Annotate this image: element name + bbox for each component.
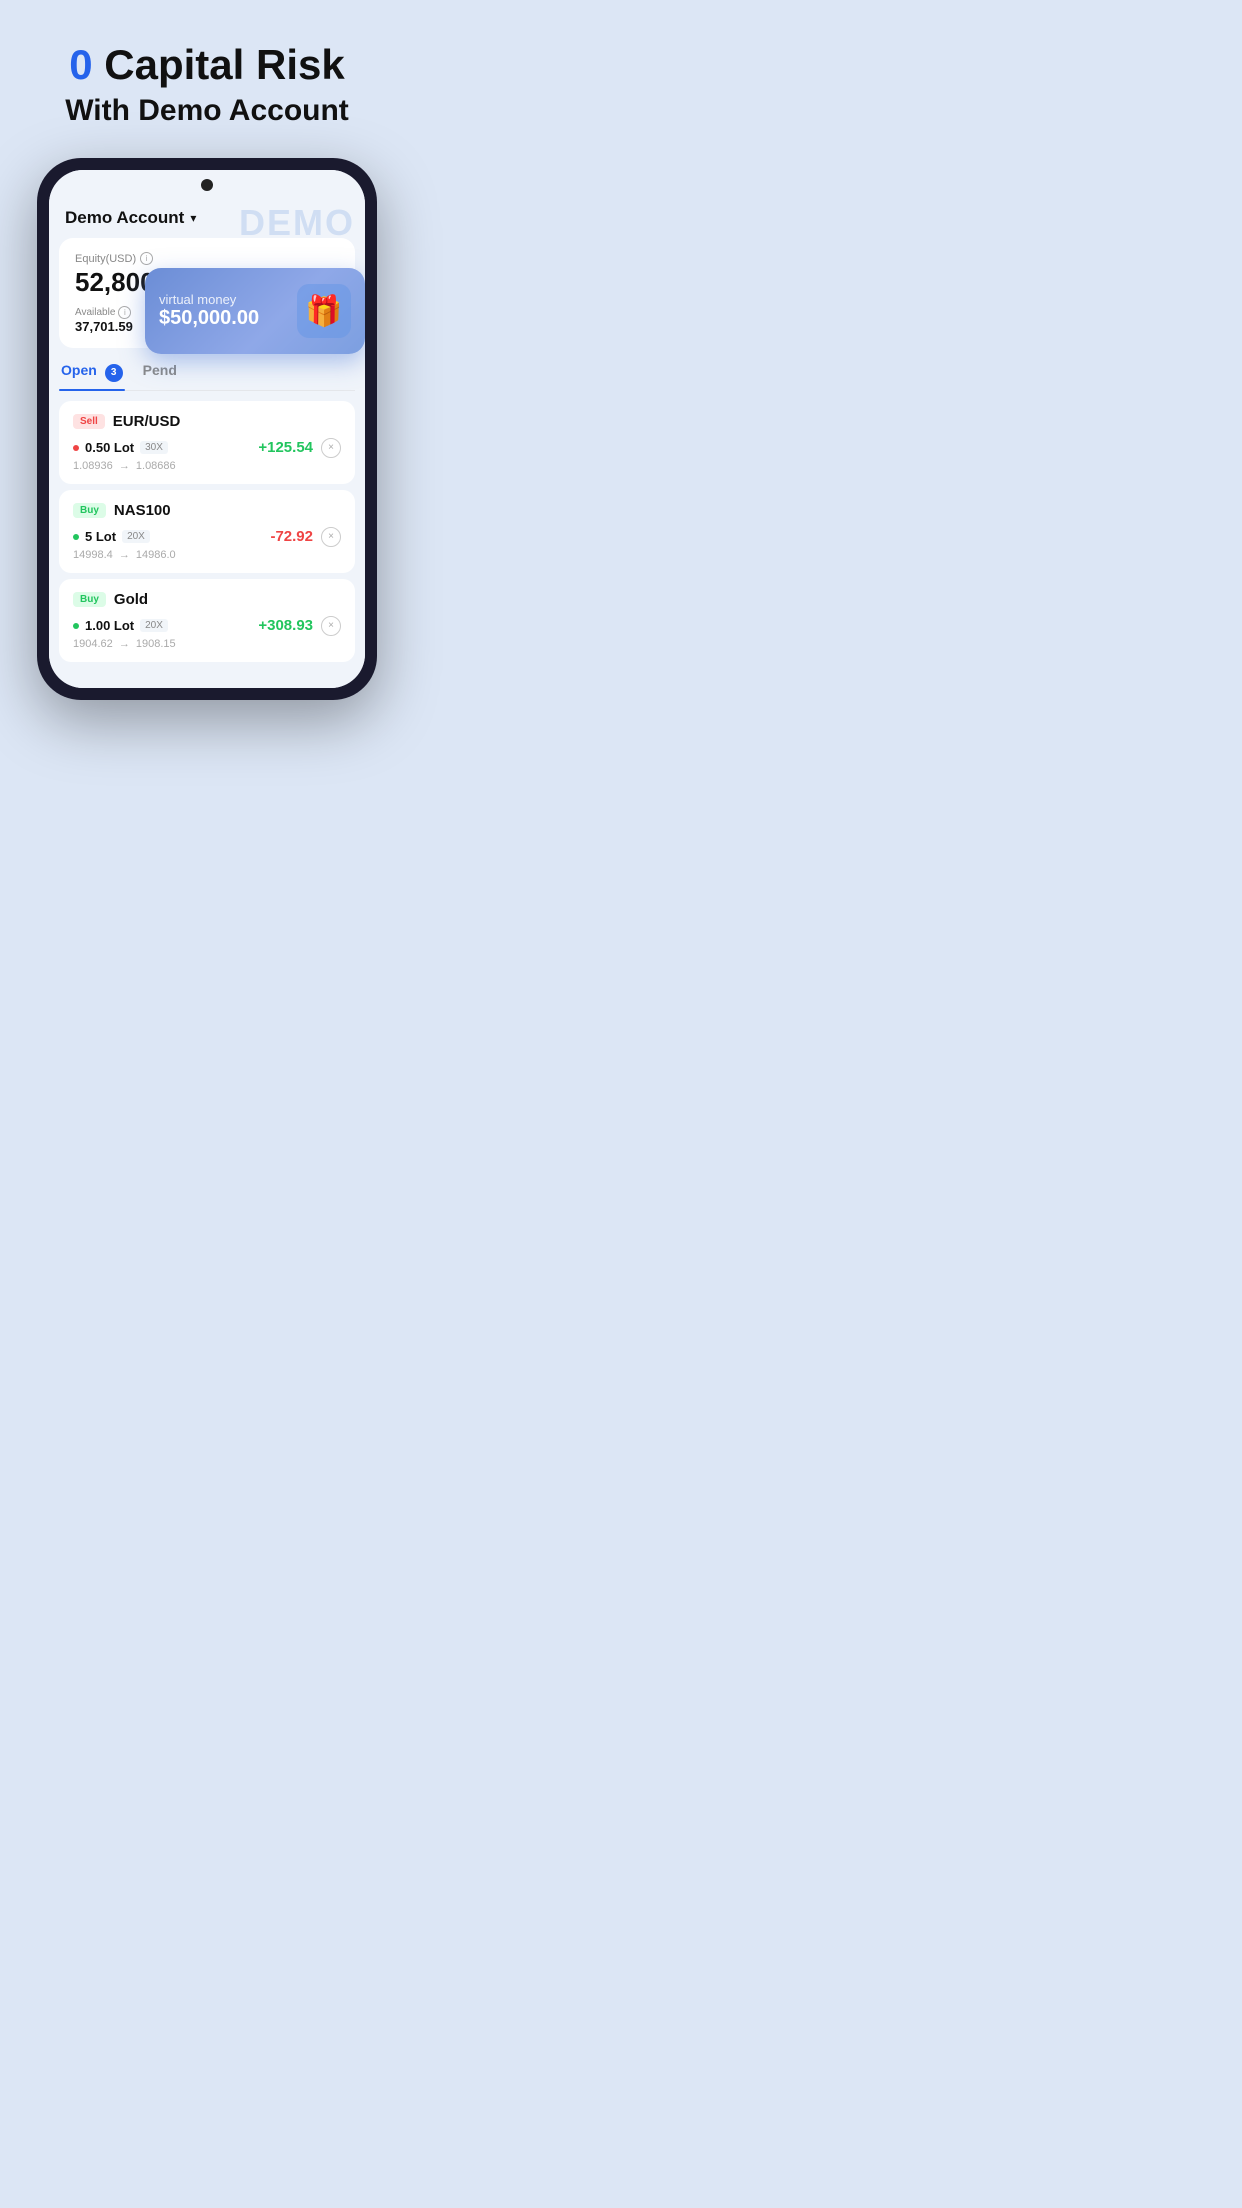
gift-icon: 🎁 — [297, 284, 351, 338]
hero-zero: 0 — [69, 41, 92, 88]
buy-badge-nas100: Buy — [73, 503, 106, 518]
tabs-row: Open 3 Pend — [59, 356, 355, 391]
tabs-section: Open 3 Pend — [49, 356, 365, 395]
camera-dot — [201, 179, 213, 191]
tab-pending[interactable]: Pend — [141, 356, 179, 390]
phone-frame: Demo Account ▾ DEMO Equity(USD) i 52,800… — [37, 158, 377, 700]
trade-symbol-nas100: NAS100 — [114, 502, 171, 519]
virtual-money-card: virtual money $50,000.00 🎁 — [145, 268, 365, 354]
lot-gold: 1.00 Lot — [85, 618, 134, 633]
hero-section: 0 Capital Risk With Demo Account — [0, 0, 414, 158]
leverage-eur-usd: 30X — [140, 441, 168, 454]
open-tab-badge: 3 — [105, 364, 123, 382]
leverage-nas100: 20X — [122, 530, 150, 543]
tab-open[interactable]: Open 3 — [59, 356, 125, 390]
equity-label: Equity(USD) i — [75, 252, 339, 265]
chevron-down-icon[interactable]: ▾ — [190, 211, 196, 225]
lot-nas100: 5 Lot — [85, 529, 116, 544]
prices-nas100: 14998.4 → 14986.0 — [73, 549, 341, 561]
leverage-gold: 20X — [140, 619, 168, 632]
trade-card-eur-usd: Sell EUR/USD 0.50 Lot 30X +125.54 — [59, 401, 355, 484]
phone-screen-area: Demo Account ▾ DEMO Equity(USD) i 52,800… — [49, 170, 365, 688]
available-detail: Available i 37,701.59 — [75, 306, 133, 334]
trade-dot-gold — [73, 623, 79, 629]
trade-symbol-eur-usd: EUR/USD — [113, 413, 181, 430]
pnl-eur-usd: +125.54 — [258, 439, 313, 456]
sell-badge-eur-usd: Sell — [73, 414, 105, 429]
hero-subtitle: With Demo Account — [20, 94, 394, 128]
available-value: 37,701.59 — [75, 319, 133, 334]
account-name-label: Demo Account — [65, 208, 184, 228]
trades-list: Sell EUR/USD 0.50 Lot 30X +125.54 — [49, 395, 365, 668]
trade-dot-eur-usd — [73, 445, 79, 451]
equity-card: Equity(USD) i 52,800.21 +360.55 Availabl… — [59, 238, 355, 348]
close-btn-eur-usd[interactable]: × — [321, 438, 341, 458]
hero-title: 0 Capital Risk — [20, 40, 394, 90]
prices-gold: 1904.62 → 1908.15 — [73, 638, 341, 650]
virtual-amount: $50,000.00 — [159, 307, 259, 330]
close-btn-nas100[interactable]: × — [321, 527, 341, 547]
available-info-icon[interactable]: i — [118, 306, 131, 319]
phone-notch — [49, 170, 365, 200]
equity-info-icon[interactable]: i — [140, 252, 153, 265]
app-screen: Demo Account ▾ DEMO Equity(USD) i 52,800… — [49, 200, 365, 688]
pnl-nas100: -72.92 — [270, 528, 313, 545]
trade-card-gold: Buy Gold 1.00 Lot 20X +308.93 × — [59, 579, 355, 662]
trade-dot-nas100 — [73, 534, 79, 540]
trade-symbol-gold: Gold — [114, 591, 148, 608]
close-btn-gold[interactable]: × — [321, 616, 341, 636]
account-selector[interactable]: Demo Account ▾ — [65, 208, 196, 228]
phone-mockup: Demo Account ▾ DEMO Equity(USD) i 52,800… — [37, 158, 377, 700]
trade-card-nas100: Buy NAS100 5 Lot 20X -72.92 × — [59, 490, 355, 573]
virtual-label: virtual money — [159, 292, 259, 307]
prices-eur-usd: 1.08936 → 1.08686 — [73, 460, 341, 472]
app-header: Demo Account ▾ DEMO — [49, 200, 365, 238]
hero-title-part: Capital Risk — [93, 41, 345, 88]
lot-eur-usd: 0.50 Lot — [85, 440, 134, 455]
pnl-gold: +308.93 — [258, 617, 313, 634]
buy-badge-gold: Buy — [73, 592, 106, 607]
